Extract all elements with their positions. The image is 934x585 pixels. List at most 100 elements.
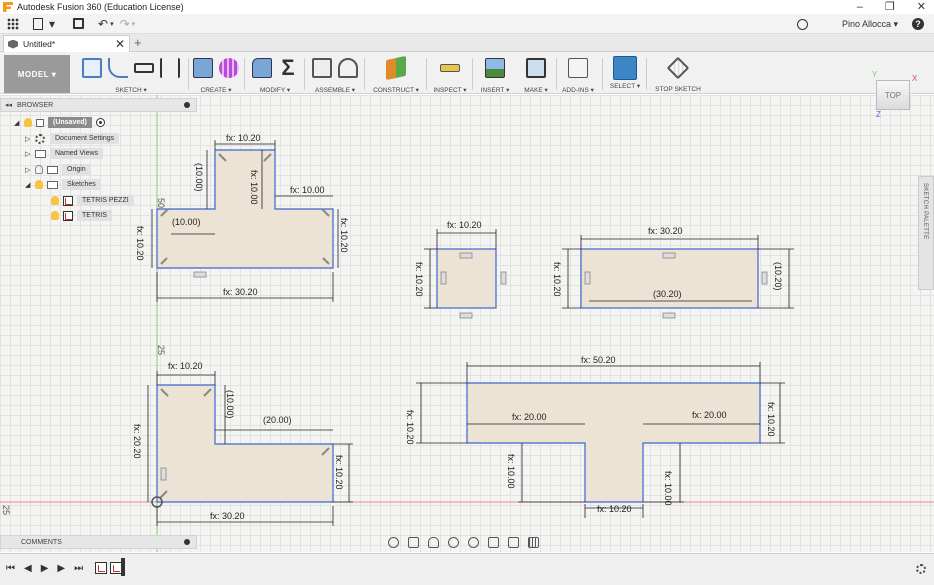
sketch-canvas[interactable]: fx: 10.20 (10.00) fx: 10.00 fx: 10.00 (1… <box>0 95 934 552</box>
orbit-icon[interactable] <box>388 536 399 548</box>
file-menu-icon[interactable] <box>33 17 43 30</box>
rectangle-icon[interactable] <box>134 63 154 73</box>
new-tab-button[interactable]: + <box>134 35 142 50</box>
close-tab-icon[interactable]: ✕ <box>115 37 125 51</box>
browser-item-origin[interactable]: ▷ Origin <box>25 163 91 176</box>
browser-item-sketch-tetris-pezzi[interactable]: TETRIS PEZZI <box>51 194 134 207</box>
expand-triangle-icon[interactable]: ▷ <box>25 166 35 174</box>
go-to-end-icon[interactable]: ⏭ <box>74 563 83 574</box>
document-tab[interactable]: Untitled* ✕ <box>3 35 130 52</box>
sketch-dimension-icon[interactable] <box>160 58 180 78</box>
save-icon[interactable] <box>73 18 85 29</box>
view-cube[interactable]: TOP <box>876 80 910 110</box>
dim-rect-top: fx: 30.20 <box>648 226 683 236</box>
step-back-icon[interactable]: ◀ <box>24 563 32 574</box>
expand-triangle-icon[interactable]: ▷ <box>25 135 35 143</box>
create-group[interactable]: CREATE ▾ <box>190 56 242 94</box>
visibility-bulb-icon[interactable] <box>35 180 43 189</box>
modify-group[interactable]: Σ MODIFY ▾ <box>248 56 302 94</box>
visibility-bulb-icon[interactable] <box>35 165 43 174</box>
browser-item-document-settings[interactable]: ▷ Document Settings <box>25 132 120 145</box>
minimize-button[interactable]: – <box>857 0 863 14</box>
sketch-profiles <box>156 149 761 503</box>
axis-y-label: Y <box>872 70 878 79</box>
visibility-bulb-icon[interactable] <box>24 118 32 127</box>
visibility-bulb-icon[interactable] <box>51 211 59 220</box>
pan-hand-icon[interactable] <box>428 536 439 548</box>
close-window-button[interactable]: ✕ <box>917 0 926 14</box>
go-to-start-icon[interactable]: ⏮ <box>6 563 15 574</box>
joint-icon[interactable] <box>338 58 358 78</box>
display-settings-icon[interactable] <box>488 536 499 548</box>
l-piece-profile <box>156 384 334 503</box>
grid-settings-icon[interactable] <box>508 536 519 548</box>
add-ins-group[interactable]: ADD-INS ▾ <box>558 56 598 94</box>
zoom-icon[interactable] <box>448 536 459 548</box>
inspect-group[interactable]: INSPECT ▾ <box>430 56 470 94</box>
insert-image-icon[interactable] <box>485 58 505 78</box>
collapse-browser-icon[interactable]: ◂◂ <box>5 101 12 109</box>
browser-item-named-views[interactable]: ▷ Named Views <box>25 147 104 160</box>
expand-triangle-icon[interactable]: ▷ <box>25 150 35 158</box>
visibility-bulb-icon[interactable] <box>51 196 59 205</box>
dim-bt-right-in: fx: 20.00 <box>692 410 727 420</box>
make-group[interactable]: MAKE ▾ <box>518 56 554 94</box>
canvas-viewport[interactable]: fx: 10.20 (10.00) fx: 10.00 fx: 10.00 (1… <box>0 95 934 552</box>
browser-item-sketch-tetris[interactable]: TETRIS <box>51 209 112 222</box>
extrude-icon[interactable] <box>193 58 213 78</box>
help-icon[interactable]: ? <box>912 18 924 30</box>
browser-pin-icon[interactable] <box>184 102 190 108</box>
timeline-marker[interactable] <box>121 558 125 576</box>
scripts-addins-icon[interactable] <box>568 58 588 78</box>
browser-panel-header[interactable]: ◂◂ BROWSER <box>0 98 197 112</box>
activate-radio-icon[interactable] <box>95 118 105 127</box>
select-group[interactable]: SELECT ▾ <box>606 56 644 94</box>
fit-zoom-icon[interactable] <box>468 536 479 548</box>
stop-sketch-icon[interactable] <box>666 56 690 80</box>
workspace-switcher[interactable]: MODEL ▾ <box>4 55 70 93</box>
design-cube-icon <box>8 39 18 49</box>
dim-sq-top: fx: 10.20 <box>447 220 482 230</box>
comments-panel-header[interactable]: COMMENTS <box>0 535 197 549</box>
collapse-triangle-icon[interactable]: ◢ <box>25 181 35 189</box>
restore-button[interactable]: ❐ <box>885 0 895 14</box>
new-component-icon[interactable] <box>312 58 332 78</box>
arc-icon[interactable] <box>108 58 128 78</box>
offset-plane-icon[interactable] <box>386 55 406 81</box>
data-panel-grid-icon[interactable] <box>7 17 19 30</box>
stop-sketch-button[interactable]: STOP SKETCH <box>650 56 706 94</box>
press-pull-icon[interactable] <box>252 58 272 78</box>
job-status-clock-icon[interactable] <box>796 18 808 30</box>
viewports-icon[interactable] <box>528 536 539 548</box>
form-icon[interactable] <box>219 58 239 78</box>
3d-print-icon[interactable] <box>526 58 546 78</box>
axis-label-origin: 25 <box>1 505 11 515</box>
step-forward-icon[interactable]: ▶ <box>57 563 65 574</box>
timeline-settings-gear-icon[interactable] <box>916 564 926 574</box>
axis-label-25: 25 <box>156 345 166 355</box>
dim-l-stem: (10.00) <box>225 390 235 419</box>
sketch-icon <box>63 195 73 206</box>
browser-item-sketches[interactable]: ◢ Sketches <box>25 178 101 191</box>
user-account-menu[interactable]: Pino Allocca ▾ <box>842 19 898 30</box>
create-sketch-icon[interactable] <box>82 58 102 78</box>
play-icon[interactable]: ▶ <box>41 563 49 574</box>
construct-group[interactable]: CONSTRUCT ▾ <box>368 55 424 94</box>
component-icon <box>36 118 44 127</box>
insert-group[interactable]: INSERT ▾ <box>476 56 514 94</box>
sketch-palette-tab[interactable]: SKETCH PALETTE <box>918 176 934 290</box>
redo-icon[interactable]: ↷ <box>120 17 130 31</box>
select-cursor-icon[interactable] <box>613 56 637 80</box>
undo-icon[interactable]: ↶ <box>98 17 108 31</box>
collapse-triangle-icon[interactable]: ◢ <box>14 119 24 127</box>
measure-icon[interactable] <box>440 64 460 72</box>
sigma-parameters-icon[interactable]: Σ <box>278 57 298 79</box>
dim-rect-right: (10.20) <box>773 262 783 291</box>
timeline-sketch-item[interactable] <box>95 562 107 574</box>
sketch-group[interactable]: SKETCH ▾ <box>76 56 186 94</box>
sketch-icon <box>63 210 73 221</box>
comments-pin-icon[interactable] <box>184 539 190 545</box>
assemble-group[interactable]: ASSEMBLE ▾ <box>308 56 362 94</box>
browser-root[interactable]: ◢ (Unsaved) <box>14 116 105 129</box>
look-at-icon[interactable] <box>408 536 419 548</box>
